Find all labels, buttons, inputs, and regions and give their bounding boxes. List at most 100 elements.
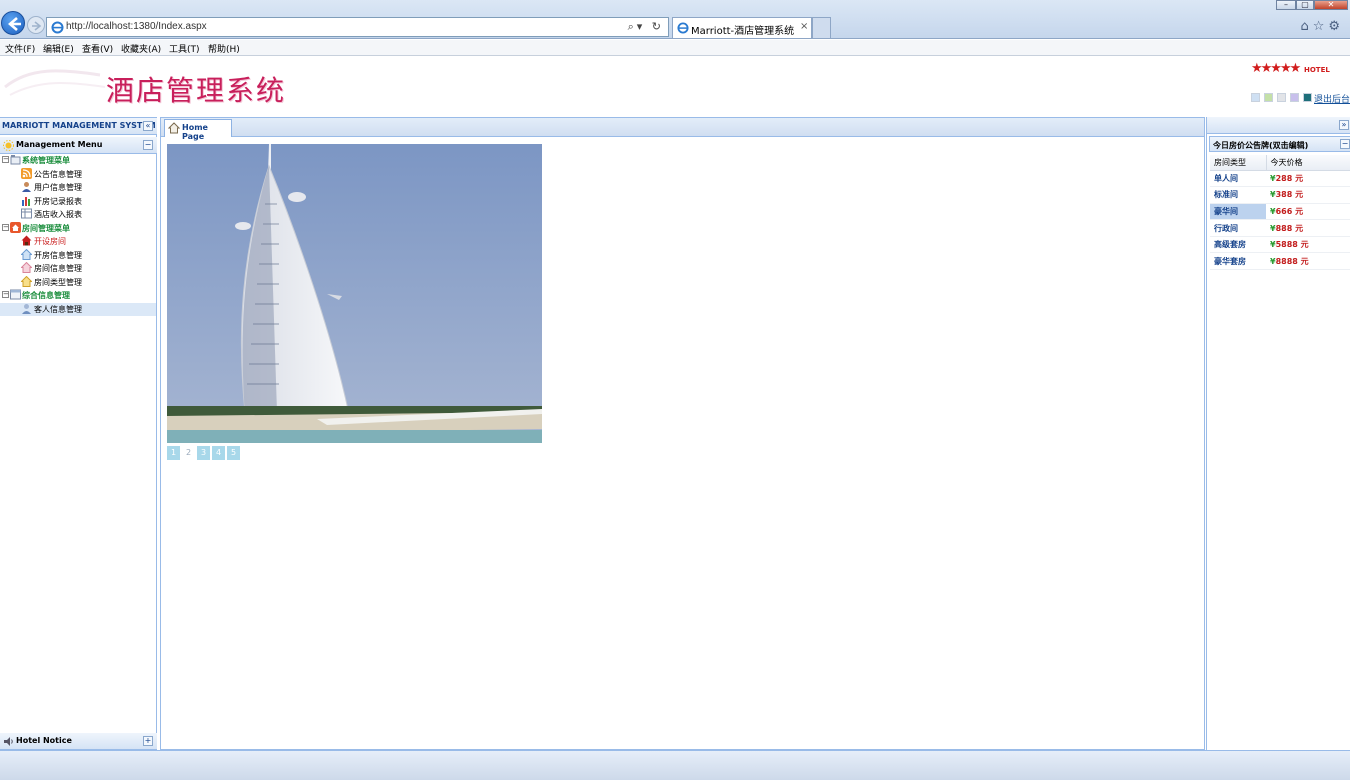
hotel-notice-header[interactable]: Hotel Notice +: [0, 733, 157, 750]
home-icon: [168, 122, 180, 134]
maximize-button[interactable]: ▢: [1296, 0, 1314, 10]
room-type-cell[interactable]: 豪华间: [1210, 203, 1266, 221]
page: http://localhost:1380/Index.aspx ⌕▾ ↻ Ma…: [0, 0, 1350, 780]
house-icon: [21, 235, 32, 246]
forward-button[interactable]: [27, 16, 45, 34]
price-value: 8888: [1275, 256, 1298, 266]
tree-item[interactable]: 开房信息管理: [0, 248, 156, 262]
price-unit: 元: [1295, 223, 1304, 233]
page-button[interactable]: 3: [197, 446, 210, 460]
left-panel: MARRIOTT MANAGEMENT SYSTEM « Management …: [0, 117, 157, 750]
price-row[interactable]: 豪华间 ¥666 元: [1210, 203, 1350, 221]
price-cell[interactable]: ¥5888 元: [1266, 236, 1350, 254]
tree-item[interactable]: 房间信息管理: [0, 262, 156, 275]
price-board-header[interactable]: 今日房价公告牌(双击编辑) −: [1209, 136, 1350, 152]
tree-item[interactable]: 开房记录报表: [0, 195, 156, 208]
folder-icon: [10, 155, 21, 165]
tree-label: 房间信息管理: [34, 264, 82, 273]
theme-swatch[interactable]: [1277, 93, 1286, 102]
menu-bar: 文件(F) 编辑(E) 查看(V) 收藏夹(A) 工具(T) 帮助(H): [0, 40, 1350, 56]
price-cell[interactable]: ¥888 元: [1266, 219, 1350, 237]
tab-title: Marriott-酒店管理系统: [691, 26, 795, 37]
page-button[interactable]: 5: [227, 446, 240, 460]
site-header: 酒店管理系统 ★★★★★ HOTEL 退出后台: [0, 57, 1350, 116]
menu-help[interactable]: 帮助(H): [208, 42, 240, 55]
price-value: 5888: [1275, 240, 1298, 250]
close-window-button[interactable]: ✕: [1314, 0, 1348, 10]
price-unit: 元: [1295, 190, 1304, 200]
page-button[interactable]: 2: [182, 446, 195, 460]
price-row[interactable]: 行政间 ¥888 元: [1210, 219, 1350, 237]
price-unit: 元: [1295, 173, 1304, 183]
tree-label: 综合信息管理: [22, 291, 70, 300]
menu-tools[interactable]: 工具(T): [169, 42, 200, 55]
tree-group[interactable]: − 房间管理菜单: [0, 221, 156, 235]
tree-item[interactable]: 客人信息管理: [0, 302, 156, 316]
price-cell[interactable]: ¥388 元: [1266, 186, 1350, 204]
home-favorites-tools-icon[interactable]: ⌂☆⚙: [1300, 19, 1344, 34]
back-arrow-icon: [8, 17, 21, 31]
room-type-cell[interactable]: 高级套房: [1210, 236, 1266, 254]
tree-item[interactable]: 房间类型管理: [0, 275, 156, 289]
tab-close-icon[interactable]: ×: [800, 21, 808, 32]
page-button[interactable]: 4: [212, 446, 225, 460]
room-type-cell[interactable]: 行政间: [1210, 219, 1266, 237]
price-row[interactable]: 豪华套房 ¥8888 元: [1210, 252, 1350, 271]
tree-item[interactable]: 开设房间: [0, 235, 156, 248]
menu-favorites[interactable]: 收藏夹(A): [121, 42, 161, 55]
column-header-today-price[interactable]: 今天价格: [1266, 155, 1350, 171]
tree-toggle-icon[interactable]: −: [2, 156, 9, 163]
house-pink-icon: [21, 262, 32, 273]
tree-item[interactable]: 用户信息管理: [0, 181, 156, 194]
room-type-cell[interactable]: 标准间: [1210, 186, 1266, 204]
minimize-button[interactable]: –: [1276, 0, 1296, 10]
address-bar[interactable]: http://localhost:1380/Index.aspx ⌕▾ ↻: [46, 17, 669, 37]
logout-link[interactable]: 退出后台: [1314, 92, 1350, 105]
room-type-cell[interactable]: 单人间: [1210, 170, 1266, 188]
price-value: 288: [1275, 173, 1293, 183]
theme-swatch[interactable]: [1264, 93, 1273, 102]
rss-icon: [21, 167, 32, 179]
tree-item[interactable]: 酒店收入报表: [0, 208, 156, 221]
new-tab-button[interactable]: [812, 17, 831, 38]
notice-expand-icon[interactable]: +: [143, 736, 153, 746]
tab-home-page[interactable]: Home Page: [164, 119, 232, 141]
room-type-cell[interactable]: 豪华套房: [1210, 252, 1266, 271]
logo-swash-icon: [4, 69, 106, 96]
menu-collapse-icon[interactable]: −: [143, 140, 153, 150]
price-row[interactable]: 单人间 ¥288 元: [1210, 170, 1350, 188]
theme-swatch[interactable]: [1290, 93, 1299, 102]
tree-label: 房间类型管理: [34, 277, 82, 287]
price-table: 房间类型 今天价格 单人间 ¥288 元标准间 ¥388 元豪华间 ¥666 元行政间…: [1210, 155, 1350, 271]
menu-file[interactable]: 文件(F): [5, 42, 35, 55]
menu-view[interactable]: 查看(V): [82, 42, 113, 55]
tree-toggle-icon[interactable]: −: [2, 291, 9, 298]
expand-right-icon[interactable]: »: [1339, 120, 1349, 130]
burj-al-arab-photo[interactable]: [167, 144, 542, 443]
management-menu-header[interactable]: Management Menu −: [0, 137, 157, 154]
price-cell[interactable]: ¥8888 元: [1266, 252, 1350, 271]
search-refresh-icon[interactable]: ⌕▾ ↻: [628, 20, 664, 34]
ie-icon: [51, 21, 64, 34]
theme-swatch[interactable]: [1303, 93, 1312, 102]
price-unit: 元: [1300, 256, 1309, 266]
price-cell[interactable]: ¥288 元: [1266, 170, 1350, 188]
collapse-left-icon[interactable]: «: [143, 121, 153, 131]
tree-toggle-icon[interactable]: −: [2, 223, 9, 231]
price-cell[interactable]: ¥666 元: [1266, 203, 1350, 221]
right-panel-bar: »: [1207, 117, 1350, 134]
browser-tab[interactable]: Marriott-酒店管理系统 ×: [672, 17, 812, 38]
column-header-room-type[interactable]: 房间类型: [1210, 155, 1267, 171]
speaker-icon: [4, 737, 13, 746]
menu-edit[interactable]: 编辑(E): [43, 42, 74, 55]
theme-swatch[interactable]: [1251, 93, 1260, 102]
status-bar: [0, 750, 1350, 780]
page-button[interactable]: 1: [167, 446, 180, 460]
price-row[interactable]: 高级套房 ¥5888 元: [1210, 236, 1350, 254]
tree-group[interactable]: − 综合信息管理: [0, 289, 156, 302]
tree-group[interactable]: − 系统管理菜单: [0, 154, 156, 167]
tree-item[interactable]: 公告信息管理: [0, 167, 156, 181]
price-row[interactable]: 标准间 ¥388 元: [1210, 186, 1350, 204]
back-button[interactable]: [1, 11, 25, 35]
price-board-collapse-icon[interactable]: −: [1340, 139, 1350, 149]
